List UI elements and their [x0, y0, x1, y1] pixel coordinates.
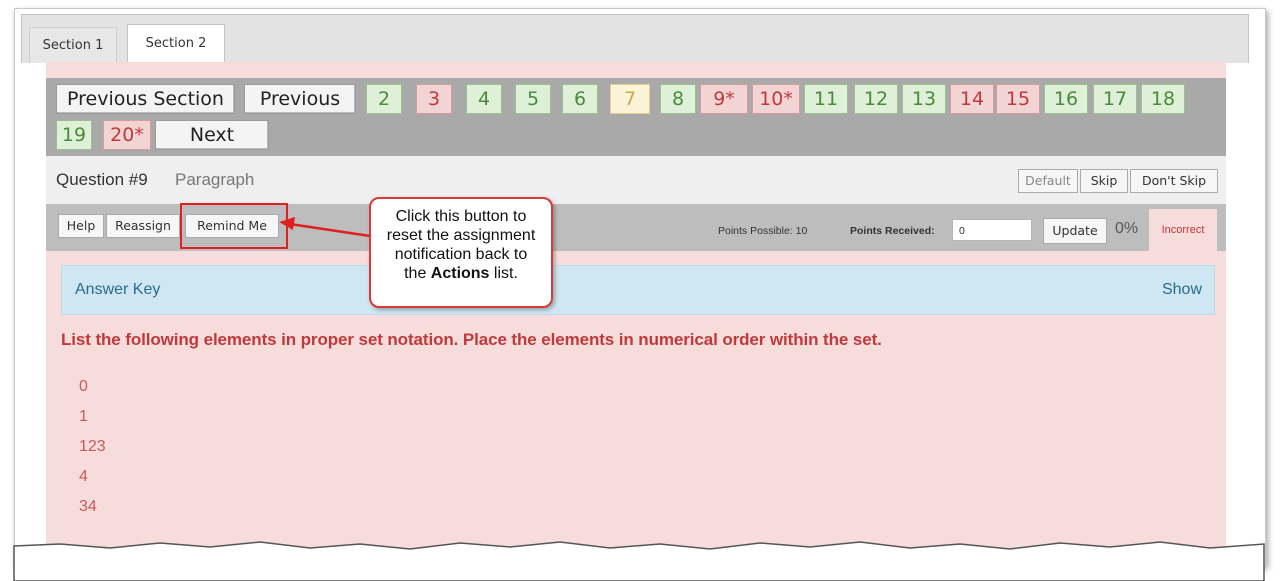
callout-line-2: reset the assignment: [386, 227, 536, 244]
torn-edge-decoration: [13, 541, 1265, 581]
callout-line-4: the Actions list.: [404, 265, 518, 282]
callout-arrow: [279, 217, 371, 238]
instruction-callout: Click this button to reset the assignmen…: [369, 197, 553, 308]
callout-line-1: Click this button to: [395, 208, 527, 225]
callout-line-3: notification back to: [394, 246, 528, 263]
